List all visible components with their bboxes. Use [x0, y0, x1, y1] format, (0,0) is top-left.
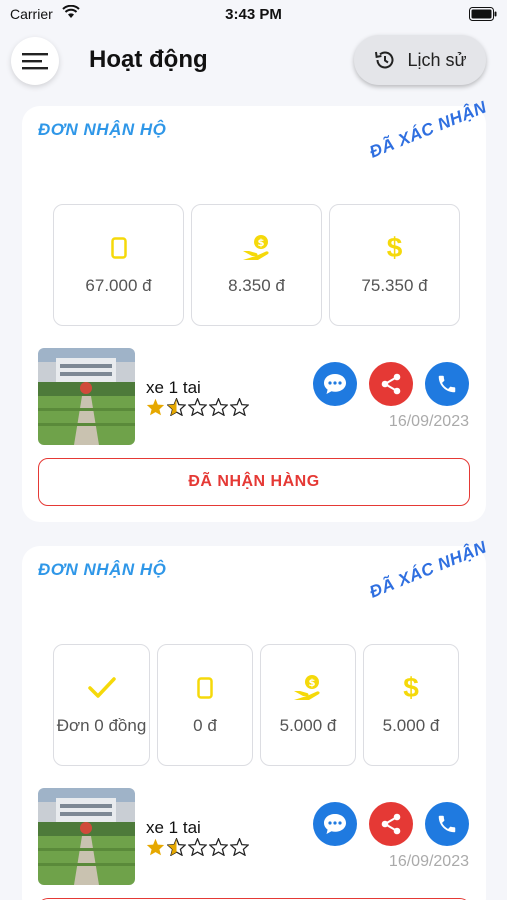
tile-value: 67.000 đ [85, 276, 152, 295]
clock: 3:43 PM [225, 6, 282, 23]
share-button[interactable] [369, 362, 413, 406]
amount-tiles: 67.000 đ $ 8.350 đ $ 75.350 đ [53, 204, 460, 326]
phone-device-icon [110, 234, 127, 262]
chat-icon [324, 374, 346, 394]
amount-tile: $ 5.000 đ [363, 644, 459, 766]
svg-text:$: $ [257, 238, 264, 249]
dollar-icon: $ [386, 232, 403, 263]
amount-tile: $ 5.000 đ [260, 644, 356, 766]
call-button[interactable] [425, 362, 469, 406]
chat-button[interactable] [313, 362, 357, 406]
star-half-icon [167, 838, 186, 856]
order-card[interactable]: ĐƠN NHẬN HỘ ĐÃ XÁC NHẬN Đơn 0 đồng 0 đ $… [22, 537, 489, 900]
status-bar: Carrier 3:43 PM [0, 0, 507, 28]
vehicle-name: xe 1 tai [146, 818, 201, 837]
phone-device-icon [197, 674, 213, 702]
order-type-label: ĐƠN NHẬN HỘ [38, 560, 167, 579]
vehicle-photo [38, 348, 135, 445]
share-button[interactable] [369, 802, 413, 846]
amount-tiles: Đơn 0 đồng 0 đ $ 5.000 đ $ 5.000 đ [53, 644, 459, 766]
order-type-label: ĐƠN NHẬN HỘ [38, 120, 167, 139]
phone-icon [438, 375, 456, 393]
amount-tile: 0 đ [157, 644, 253, 766]
menu-button[interactable] [11, 37, 59, 85]
received-button[interactable]: ĐÃ NHẬN HÀNG [38, 458, 470, 506]
svg-text:$: $ [309, 678, 316, 689]
tile-value: Đơn 0 đồng [56, 716, 147, 735]
history-button[interactable]: Lịch sử [354, 35, 486, 85]
order-date: 16/09/2023 [388, 853, 469, 870]
share-icon [381, 373, 401, 395]
tile-value: 5.000 đ [279, 716, 337, 735]
tile-value: 8.350 đ [228, 276, 285, 295]
history-label: Lịch sử [407, 49, 467, 70]
star-full-icon [146, 838, 165, 856]
star-full-icon [146, 398, 165, 416]
star-empty-icon [188, 838, 207, 856]
star-empty-icon [230, 398, 249, 416]
history-icon [375, 51, 394, 69]
rating-stars [146, 838, 249, 856]
status-stamp: ĐÃ XÁC NHẬN [366, 537, 489, 602]
hand-coin-icon: $ [242, 234, 272, 262]
amount-tile: 67.000 đ [53, 204, 184, 326]
app-header: Hoạt động Lịch sử [0, 32, 507, 92]
vehicle-name: xe 1 tai [146, 378, 201, 397]
star-empty-icon [230, 838, 249, 856]
amount-tile: $ 8.350 đ [191, 204, 322, 326]
hand-coin-icon: $ [293, 674, 323, 702]
tile-value: 75.350 đ [361, 276, 428, 295]
chat-button[interactable] [313, 802, 357, 846]
tile-value: 0 đ [193, 716, 217, 735]
star-half-icon [167, 398, 186, 416]
star-empty-icon [209, 398, 228, 416]
order-card[interactable]: ĐƠN NHẬN HỘ ĐÃ XÁC NHẬN 67.000 đ $ 8.350… [22, 97, 489, 522]
order-date: 16/09/2023 [388, 413, 469, 430]
star-empty-icon [188, 398, 207, 416]
dollar-icon: $ [403, 672, 419, 703]
rating-stars [146, 398, 249, 416]
page-title: Hoạt động [89, 46, 208, 73]
star-empty-icon [209, 838, 228, 856]
amount-tile: $ 75.350 đ [329, 204, 460, 326]
hamburger-icon [22, 53, 48, 70]
chat-icon [324, 814, 346, 834]
amount-tile: Đơn 0 đồng [53, 644, 150, 766]
vehicle-photo [38, 788, 135, 885]
status-stamp: ĐÃ XÁC NHẬN [366, 97, 489, 162]
call-button[interactable] [425, 802, 469, 846]
check-icon [87, 674, 116, 702]
phone-icon [438, 815, 456, 833]
battery-icon [469, 7, 497, 24]
share-icon [381, 813, 401, 835]
tile-value: 5.000 đ [382, 716, 440, 735]
